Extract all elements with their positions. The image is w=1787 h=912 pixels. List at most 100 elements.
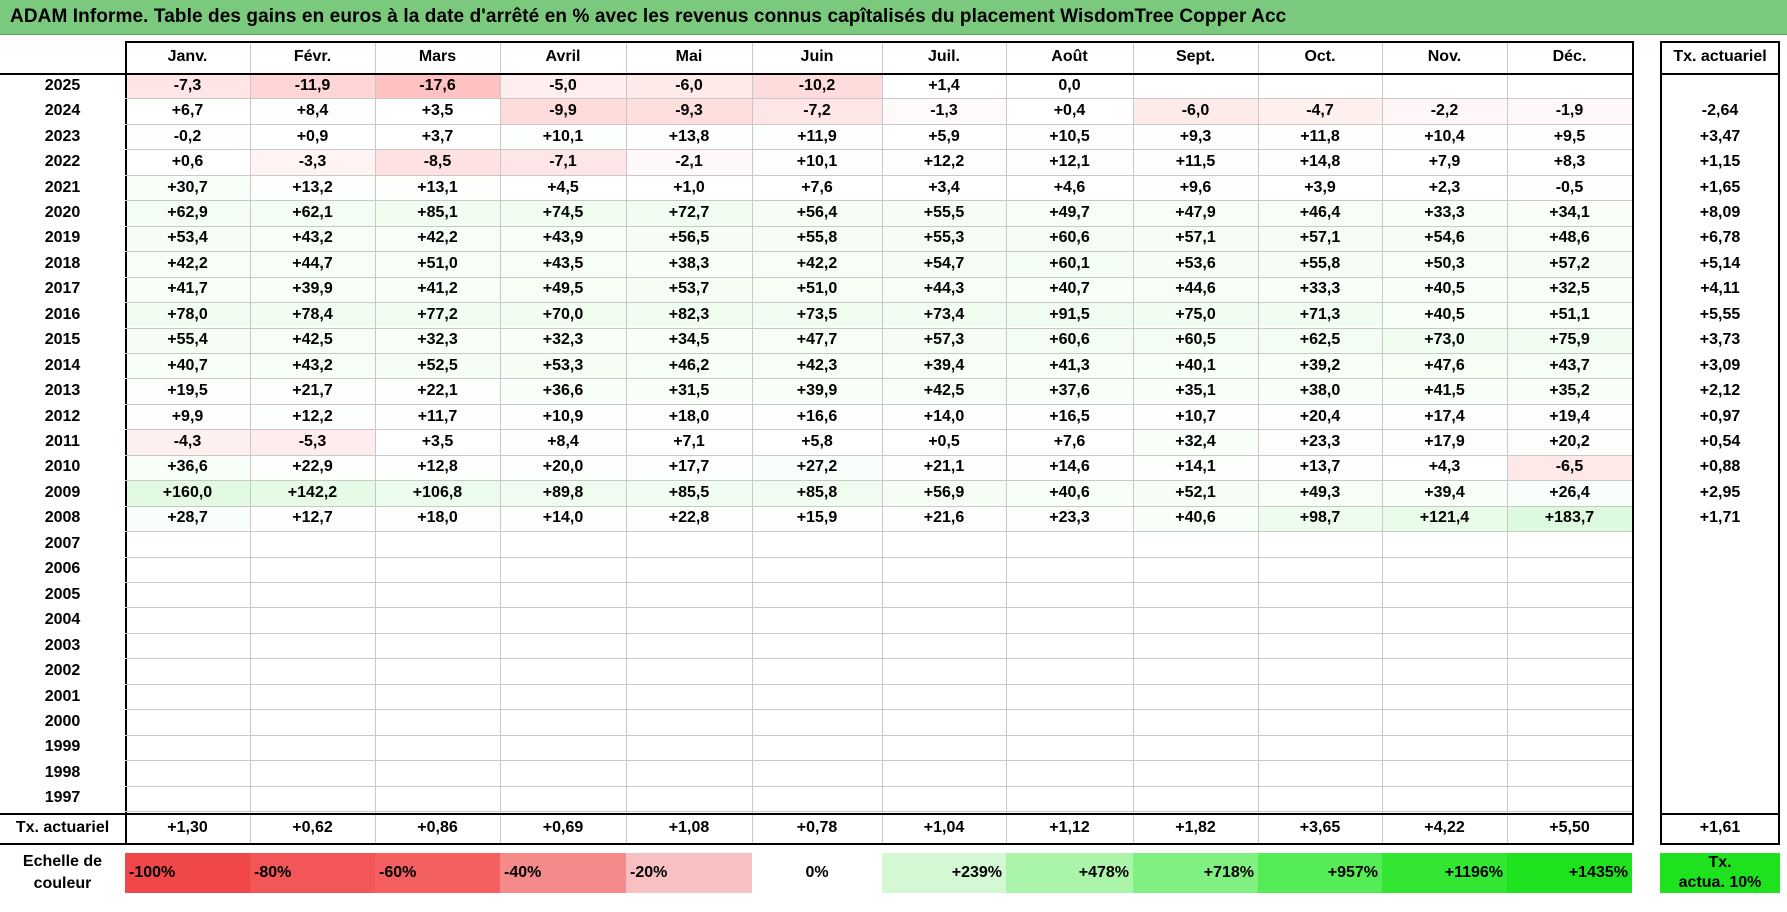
year-label: 2013 (44, 382, 81, 400)
grid-line (125, 582, 1632, 583)
table-cell: +5,8 (752, 429, 882, 455)
footer-cell: +0,62 (292, 819, 333, 837)
table-cell (1006, 658, 1133, 684)
table-cell: +49,3 (1258, 480, 1382, 506)
table-cell: +20,4 (1258, 403, 1382, 430)
border-line (1660, 813, 1780, 816)
table-cell (626, 785, 752, 812)
table-cell (752, 785, 882, 812)
table-cell (1006, 760, 1133, 786)
table-cell: +60,1 (1006, 251, 1133, 277)
table-cell: +56,9 (882, 480, 1006, 506)
table-cell: +44,7 (250, 251, 375, 277)
table-cell (882, 632, 1006, 659)
grid-line (125, 785, 1632, 787)
table-cell: +17,7 (626, 454, 752, 481)
table-cell (1382, 658, 1507, 684)
table-cell (1507, 683, 1632, 710)
table-cell (250, 683, 375, 710)
grid-line (125, 760, 1632, 762)
grid-line (125, 658, 1632, 660)
table-cell: +3,5 (375, 429, 500, 455)
table-cell: +39,2 (1258, 352, 1382, 379)
table-cell: +53,3 (500, 352, 626, 379)
table-cell (125, 556, 250, 582)
table-cell (1133, 785, 1258, 812)
table-cell (1258, 709, 1382, 735)
table-cell: -7,2 (752, 98, 882, 124)
table-cell: +12,7 (250, 505, 375, 532)
table-cell: +8,4 (250, 98, 375, 124)
table-cell: -6,5 (1507, 454, 1632, 481)
table-cell (882, 760, 1006, 786)
year-label: 1999 (44, 738, 81, 756)
grid-line (125, 454, 1632, 456)
annual-rate-cell (1660, 658, 1780, 683)
table-cell (500, 556, 626, 582)
table-cell: +142,2 (250, 480, 375, 506)
table-cell: +5,9 (882, 123, 1006, 150)
table-cell (626, 582, 752, 608)
table-cell (1382, 556, 1507, 582)
grid-line (125, 531, 1632, 533)
month-header: Déc. (1552, 48, 1587, 65)
table-cell (500, 734, 626, 761)
year-label: 2011 (45, 433, 80, 451)
table-cell: +14,0 (500, 505, 626, 532)
color-scale-stop: -80% (250, 853, 375, 894)
annual-rate-cell: +8,09 (1699, 203, 1741, 221)
annual-rate-cell: +0,88 (1699, 458, 1741, 476)
table-cell: -4,7 (1258, 98, 1382, 124)
table-cell: +26,4 (1507, 480, 1632, 506)
table-cell: +44,6 (1133, 276, 1258, 303)
grid-line (125, 378, 1632, 380)
table-cell (1258, 556, 1382, 582)
grid-line (125, 251, 1632, 253)
table-cell (1507, 582, 1632, 608)
table-cell: +75,0 (1133, 302, 1258, 328)
footer-cell: +1,04 (923, 819, 965, 837)
table-cell: +62,1 (250, 200, 375, 226)
footer-cell: +0,69 (542, 819, 584, 837)
year-label: 2006 (44, 560, 81, 578)
table-cell (1507, 632, 1632, 659)
color-scale-stop: +1435% (1507, 853, 1632, 894)
table-cell: +40,5 (1382, 302, 1507, 328)
annual-rate-cell: +5,14 (1699, 254, 1741, 272)
table-cell: +73,0 (1382, 327, 1507, 353)
annual-rate-cell (1660, 760, 1780, 785)
annual-rate-header: Tx. actuariel (1673, 48, 1767, 65)
table-cell: +33,3 (1258, 276, 1382, 303)
table-cell: +15,9 (752, 505, 882, 532)
grid-line (125, 200, 1632, 202)
grid-line (125, 276, 1632, 278)
table-cell: +52,1 (1133, 480, 1258, 506)
table-cell (500, 760, 626, 786)
table-cell: +40,5 (1382, 276, 1507, 303)
table-cell: -8,5 (375, 149, 500, 175)
table-cell: +28,7 (125, 505, 250, 532)
table-cell (125, 632, 250, 659)
table-cell (125, 785, 250, 812)
table-cell: +71,3 (1258, 302, 1382, 328)
table-cell (1006, 683, 1133, 710)
table-cell (1258, 785, 1382, 812)
table-cell: +60,5 (1133, 327, 1258, 353)
year-label: 2015 (44, 331, 81, 349)
table-cell: +56,5 (626, 225, 752, 252)
table-cell (626, 734, 752, 761)
table-cell: +85,1 (375, 200, 500, 226)
table-cell: +73,5 (752, 302, 882, 328)
month-header: Nov. (1427, 48, 1462, 65)
table-cell (1133, 73, 1258, 99)
table-cell: -7,1 (500, 149, 626, 175)
footer-cell: +4,22 (1424, 819, 1465, 837)
annual-color-label-line1: Tx. (1708, 854, 1732, 872)
table-cell (882, 734, 1006, 761)
table-cell: +70,0 (500, 302, 626, 328)
table-cell: +21,1 (882, 454, 1006, 481)
table-cell: +39,4 (1382, 480, 1507, 506)
table-cell (1006, 531, 1133, 557)
table-cell: +11,7 (375, 403, 500, 430)
year-label: 2018 (44, 254, 81, 272)
